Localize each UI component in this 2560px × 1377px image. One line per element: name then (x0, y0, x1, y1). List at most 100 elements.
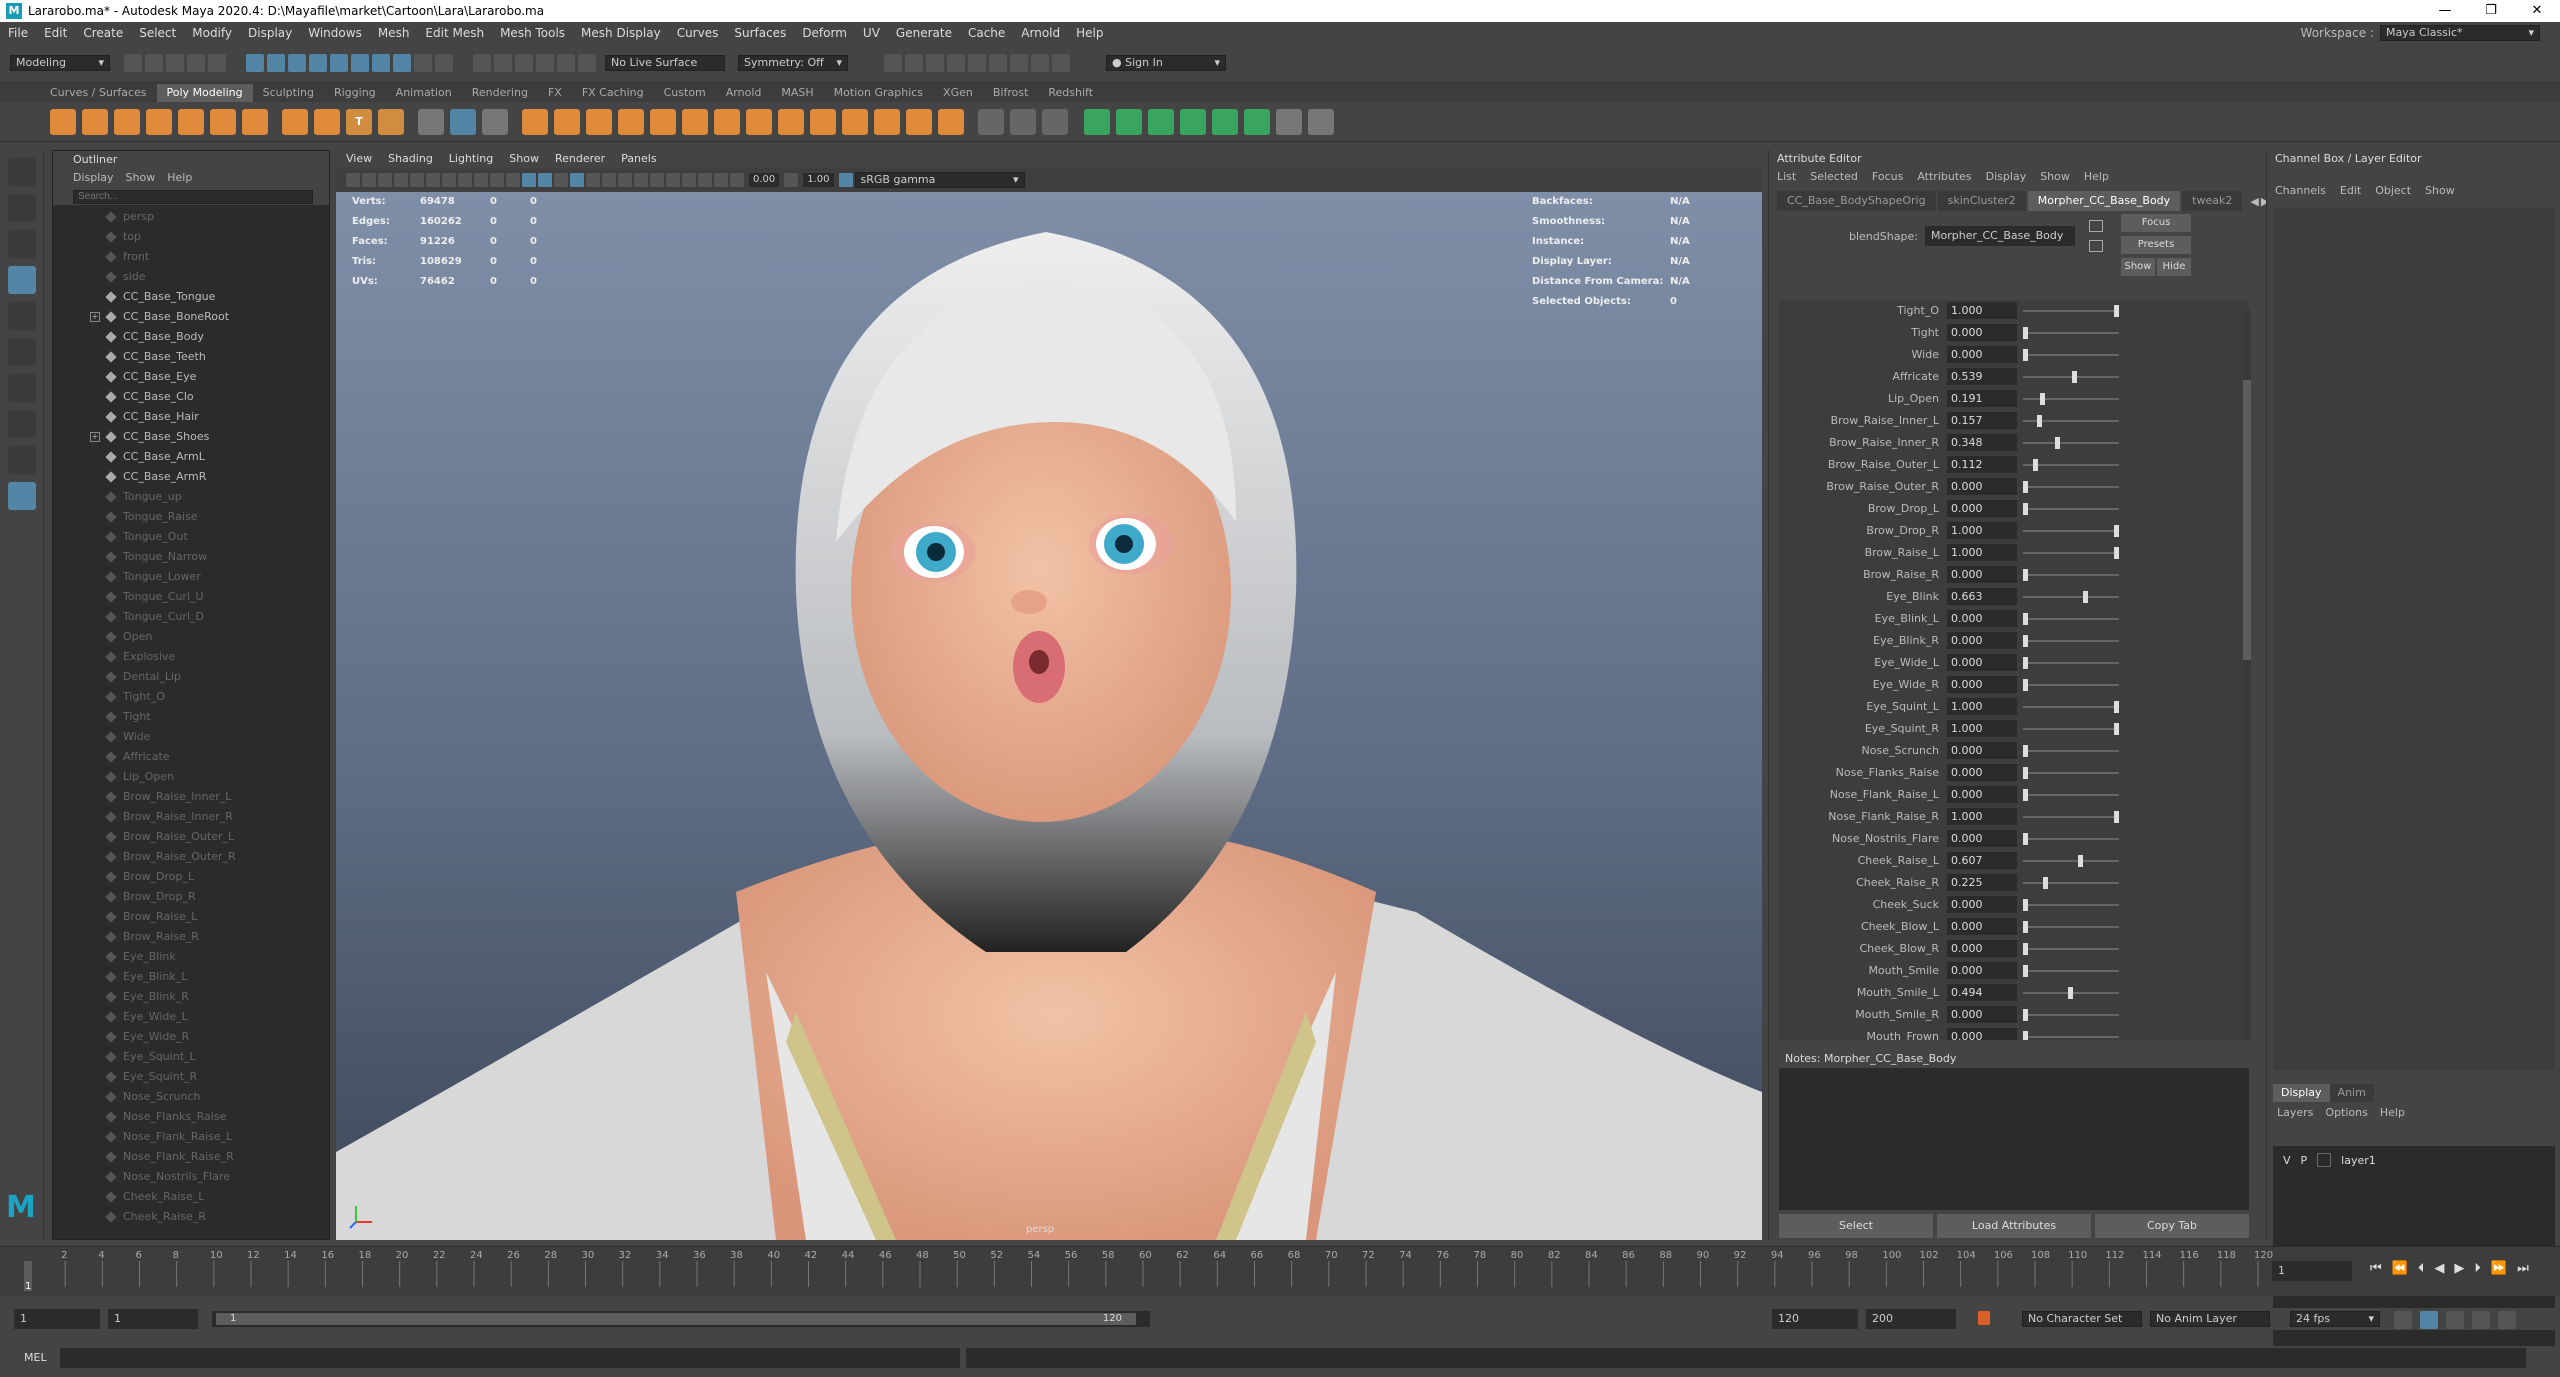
weight-slider-track[interactable] (2023, 596, 2119, 598)
camera-select-icon[interactable] (346, 173, 360, 187)
weight-slider-track[interactable] (2023, 332, 2119, 334)
weight-field[interactable]: 0.000 (1947, 346, 2017, 363)
platonic-solid-icon[interactable] (282, 108, 308, 135)
weight-field[interactable]: 0.494 (1947, 984, 2017, 1001)
resolution-gate-icon[interactable] (442, 173, 456, 187)
menu-edit-mesh[interactable]: Edit Mesh (417, 26, 492, 40)
lasso-tool-icon[interactable] (8, 194, 36, 222)
layer-playback-toggle[interactable]: P (2301, 1154, 2308, 1167)
snap-plane-icon[interactable] (536, 53, 554, 72)
go-output-icon[interactable] (2089, 240, 2103, 252)
render-settings-icon[interactable] (989, 53, 1007, 72)
uv-layout-icon[interactable] (1084, 108, 1110, 135)
weight-slider-track[interactable] (2023, 794, 2119, 796)
outliner-item[interactable]: Brow_Raise_R (53, 927, 329, 947)
attr-menu-attributes[interactable]: Attributes (1917, 168, 1971, 186)
play-backwards-icon[interactable]: ◀ (2434, 1261, 2444, 1276)
mask-joints-icon[interactable] (330, 53, 348, 72)
sweep-mesh-icon[interactable] (314, 108, 340, 135)
mask-handles-icon[interactable] (309, 53, 327, 72)
cache-playback-icon[interactable] (2420, 1311, 2438, 1329)
weight-slider-track[interactable] (2023, 750, 2119, 752)
target-weld-icon[interactable] (810, 108, 836, 135)
outliner-item[interactable]: Brow_Drop_L (53, 867, 329, 887)
outliner-item[interactable]: CC_Base_Clo (53, 387, 329, 407)
outliner-item[interactable]: persp (53, 207, 329, 227)
weight-field[interactable]: 0.000 (1947, 830, 2017, 847)
select-hierarchy-icon[interactable] (246, 53, 264, 72)
outliner-item[interactable]: Open (53, 627, 329, 647)
weight-slider-knob[interactable] (2023, 789, 2028, 801)
type-tool-icon[interactable]: T (346, 108, 372, 135)
camera-attributes-icon[interactable] (362, 173, 376, 187)
weight-slider-track[interactable] (2023, 662, 2119, 664)
weight-slider-knob[interactable] (2114, 547, 2119, 559)
weight-slider-knob[interactable] (2023, 327, 2028, 339)
auto-key-icon[interactable] (1978, 1311, 1990, 1325)
gate-mask-icon[interactable] (458, 173, 472, 187)
weight-slider-track[interactable] (2023, 970, 2119, 972)
viewport-3d[interactable]: Verts: 69478 0 0 Edges: 160262 0 0 Faces: 91226 0 0… (336, 192, 1762, 1240)
outliner-item[interactable]: Nose_Flank_Raise_R (53, 1147, 329, 1167)
weight-slider-knob[interactable] (2023, 943, 2028, 955)
snap-surface-icon[interactable] (557, 53, 575, 72)
menu-surfaces[interactable]: Surfaces (726, 26, 794, 40)
menu-mesh-display[interactable]: Mesh Display (573, 26, 669, 40)
weight-slider-track[interactable] (2023, 354, 2119, 356)
outliner-item[interactable]: Nose_Scrunch (53, 1087, 329, 1107)
preferences-icon[interactable] (2498, 1311, 2516, 1329)
shelf-tab-rigging[interactable]: Rigging (324, 84, 386, 102)
outliner-item[interactable]: CC_Base_Tongue (53, 287, 329, 307)
shelf-tab-arnold[interactable]: Arnold (716, 84, 772, 102)
menu-help[interactable]: Help (1068, 26, 1111, 40)
separate-icon[interactable] (450, 108, 476, 135)
outliner-item[interactable]: Eye_Squint_L (53, 1047, 329, 1067)
weight-field[interactable]: 0.000 (1947, 1006, 2017, 1023)
uv-cut-icon[interactable] (1180, 108, 1206, 135)
shelf-tab-motion-graphics[interactable]: Motion Graphics (824, 84, 933, 102)
weight-slider-knob[interactable] (2023, 657, 2028, 669)
weight-slider-knob[interactable] (2023, 1031, 2028, 1040)
workspace-dropdown[interactable]: Maya Classic* ▾ (2380, 25, 2540, 41)
combine-icon[interactable] (418, 108, 444, 135)
uv-editor-icon[interactable] (978, 108, 1004, 135)
fill-hole-icon[interactable] (682, 108, 708, 135)
uv-checker-icon[interactable] (1244, 108, 1270, 135)
weight-slider-knob[interactable] (2083, 591, 2089, 603)
poly-cube-icon[interactable] (82, 108, 108, 135)
mask-curves-icon[interactable] (351, 53, 369, 72)
outliner-item[interactable]: CC_Base_ArmL (53, 447, 329, 467)
film-gate-icon[interactable] (426, 173, 440, 187)
weight-slider-knob[interactable] (2023, 569, 2028, 581)
quad-draw-icon[interactable] (906, 108, 932, 135)
bevel-icon[interactable] (650, 108, 676, 135)
weight-slider-track[interactable] (2023, 684, 2119, 686)
merge-icon[interactable] (842, 108, 868, 135)
weight-slider-track[interactable] (2023, 706, 2119, 708)
weight-field[interactable]: 0.000 (1947, 654, 2017, 671)
weight-slider-knob[interactable] (2114, 811, 2119, 823)
outliner-item[interactable]: Tongue_Lower (53, 567, 329, 587)
step-back-frame-icon[interactable]: ⏴ (2418, 1261, 2425, 1276)
step-forward-frame-icon[interactable]: ⏵ (2474, 1261, 2481, 1276)
weight-slider-track[interactable] (2023, 904, 2119, 906)
outliner-item[interactable]: + CC_Base_BoneRoot (53, 307, 329, 327)
weight-field[interactable]: 1.000 (1947, 522, 2017, 539)
menu-set-dropdown[interactable]: Modeling ▾ (10, 54, 110, 71)
weight-field[interactable]: 0.000 (1947, 566, 2017, 583)
undo-icon[interactable] (187, 53, 205, 72)
anim-layer-dropdown[interactable]: No Anim Layer (2150, 1311, 2270, 1327)
outliner-item[interactable]: + CC_Base_Shoes (53, 427, 329, 447)
weight-slider-knob[interactable] (2023, 745, 2028, 757)
maximize-icon[interactable]: ❐ (2468, 0, 2514, 22)
outliner-item[interactable]: Cheek_Raise_L (53, 1187, 329, 1207)
outliner-item[interactable]: CC_Base_ArmR (53, 467, 329, 487)
scale-tool-icon[interactable] (8, 338, 36, 366)
outliner-item[interactable]: Nose_Flank_Raise_L (53, 1127, 329, 1147)
weight-field[interactable]: 1.000 (1947, 808, 2017, 825)
playback-start-field[interactable]: 1 (108, 1309, 198, 1329)
outliner-item[interactable]: Brow_Raise_Inner_R (53, 807, 329, 827)
weight-slider-knob[interactable] (2023, 921, 2028, 933)
weight-field[interactable]: 1.000 (1947, 544, 2017, 561)
construction-history-icon[interactable] (905, 53, 923, 72)
